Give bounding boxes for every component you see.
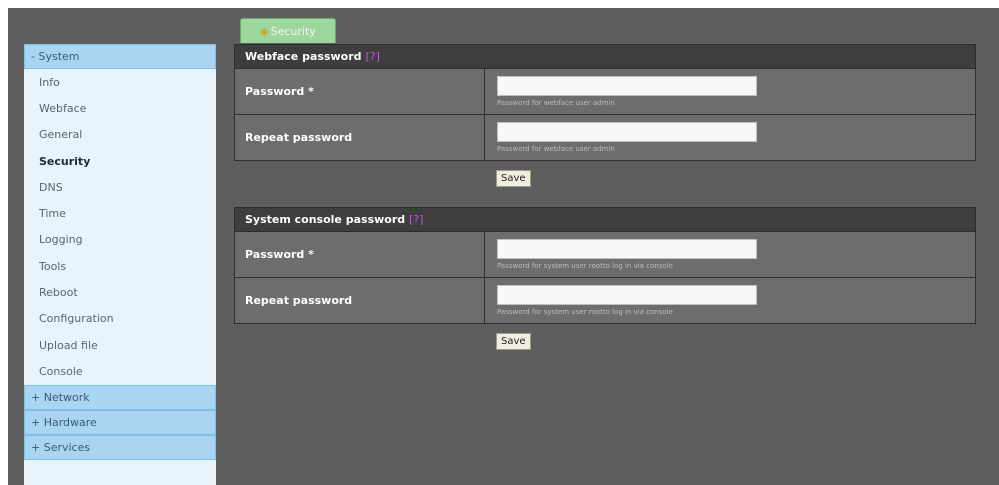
help-link[interactable]: [?] [409,213,423,226]
key-icon: ◈ [260,24,269,38]
password-hint: Password for system user rootto log in v… [497,262,673,270]
menu-header-services[interactable]: + Services [24,434,216,460]
console-repeat-password-input[interactable] [497,285,757,305]
menu-header-network[interactable]: + Network [24,384,216,410]
webface-password-input[interactable] [497,76,757,96]
save-wrap: Save [234,324,976,350]
webface-password-panel: Webface password [?] Password * Password… [234,44,976,187]
console-password-input[interactable] [497,239,757,259]
panel-title: Webface password [245,50,362,63]
sidebar-item-logging[interactable]: Logging [24,227,216,253]
sidebar-item-console[interactable]: Console [24,358,216,384]
password-field-cell: Password for webface user admin [485,69,975,114]
repeat-password-label: Repeat password [235,115,485,160]
panel-header: Webface password [?] [234,44,976,69]
repeat-password-field-cell: Password for webface user admin [485,115,975,160]
sidebar-item-webface[interactable]: Webface [24,95,216,121]
password-label: Password * [235,69,485,114]
webface-repeat-password-input[interactable] [497,122,757,142]
tab-bar: ◈ Security [8,8,999,43]
console-save-button[interactable]: Save [496,333,531,350]
sidebar-item-upload-file[interactable]: Upload file [24,332,216,358]
app-frame: ◈ Security - System Info Webface General… [8,8,999,485]
password-label: Password * [235,232,485,277]
sidebar-item-time[interactable]: Time [24,200,216,226]
password-hint: Password for webface user admin [497,99,615,107]
sidebar: - System Info Webface General Security D… [24,44,216,485]
tab-label: Security [270,24,316,38]
password-row: Password * Password for system user root… [234,232,976,278]
repeat-password-label: Repeat password [235,278,485,323]
webface-save-button[interactable]: Save [496,170,531,187]
sidebar-item-reboot[interactable]: Reboot [24,279,216,305]
repeat-password-row: Repeat password Password for webface use… [234,115,976,161]
console-password-panel: System console password [?] Password * P… [234,207,976,350]
tab-security[interactable]: ◈ Security [240,18,336,43]
panel-header: System console password [?] [234,207,976,232]
help-link[interactable]: [?] [366,50,380,63]
sidebar-item-security[interactable]: Security [24,148,216,174]
save-wrap: Save [234,161,976,187]
password-row: Password * Password for webface user adm… [234,69,976,115]
sidebar-item-general[interactable]: General [24,122,216,148]
sidebar-item-dns[interactable]: DNS [24,174,216,200]
password-field-cell: Password for system user rootto log in v… [485,232,975,277]
sidebar-item-configuration[interactable]: Configuration [24,306,216,332]
menu-header-hardware[interactable]: + Hardware [24,409,216,435]
panel-title: System console password [245,213,406,226]
menu-header-system[interactable]: - System [24,44,216,69]
repeat-password-hint: Password for webface user admin [497,145,615,153]
sidebar-item-info[interactable]: Info [24,69,216,95]
sidebar-item-tools[interactable]: Tools [24,253,216,279]
repeat-password-row: Repeat password Password for system user… [234,278,976,324]
repeat-password-field-cell: Password for system user rootto log in v… [485,278,975,323]
repeat-password-hint: Password for system user rootto log in v… [497,308,673,316]
